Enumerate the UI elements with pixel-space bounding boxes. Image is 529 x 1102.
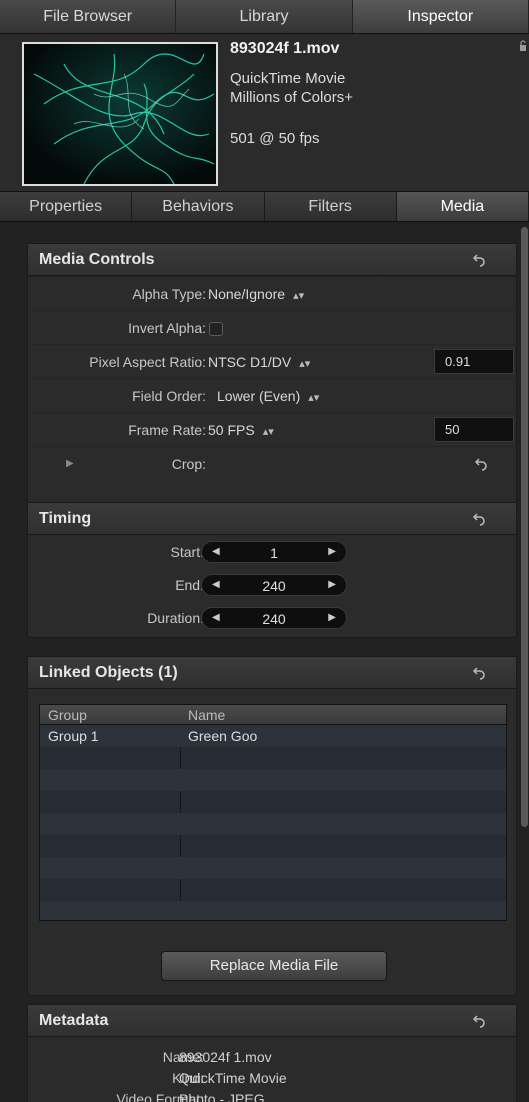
crop-row: ▶ Crop: (28, 446, 518, 480)
field-order-value: Lower (Even) (217, 388, 301, 404)
top-tab-bar: File Browser Library Inspector (0, 0, 529, 34)
frame-rate-popup[interactable]: 50 FPS ▴▾ (208, 422, 274, 438)
scrollbar[interactable] (521, 227, 528, 827)
file-frame-info: 501 @ 50 fps (230, 130, 320, 147)
panel-title: Media Controls (39, 251, 155, 268)
thumbnail-image (24, 44, 216, 184)
popup-arrows-icon: ▴▾ (308, 392, 320, 404)
tab-properties[interactable]: Properties (0, 192, 133, 221)
table-row-empty (40, 769, 506, 791)
panel-title: Metadata (39, 1012, 109, 1029)
crop-label: Crop: (171, 456, 206, 472)
increment-arrow-icon[interactable]: ▶ (328, 612, 336, 623)
tab-media[interactable]: Media (396, 192, 529, 221)
file-color-depth: Millions of Colors+ (230, 89, 353, 106)
panel-header: Timing (28, 503, 516, 535)
end-value-slider[interactable]: ◀ 240 ▶ (201, 574, 347, 596)
reset-arrow-icon[interactable] (472, 666, 486, 680)
field-order-popup[interactable]: Lower (Even) ▴▾ (217, 388, 319, 404)
file-kind: QuickTime Movie (230, 70, 346, 87)
table-row-empty (40, 901, 506, 920)
frame-rate-value: 50 FPS (208, 422, 255, 438)
panel-title: Linked Objects (1) (39, 664, 178, 681)
table-body: Group 1 Green Goo (40, 725, 506, 920)
increment-arrow-icon[interactable]: ▶ (328, 546, 336, 557)
column-header-group[interactable]: Group (48, 707, 87, 723)
table-row[interactable]: Group 1 Green Goo (40, 725, 506, 747)
table-row-empty (40, 791, 506, 813)
pixel-aspect-label: Pixel Aspect Ratio: (89, 354, 206, 370)
increment-arrow-icon[interactable]: ▶ (328, 579, 336, 590)
table-row-empty (40, 835, 506, 857)
pixel-aspect-field[interactable]: 0.91 (434, 349, 514, 374)
reset-arrow-icon[interactable] (474, 457, 488, 471)
inspector-tab-bar: Properties Behaviors Filters Media (0, 192, 529, 222)
media-thumbnail (22, 42, 218, 186)
metadata-panel: Metadata Name: 893024f 1.mov Kind: Quick… (27, 1004, 517, 1102)
reset-arrow-icon[interactable] (472, 253, 486, 267)
end-value: 240 (262, 578, 286, 594)
alpha-type-row: Alpha Type: None/Ignore ▴▾ (28, 276, 518, 310)
popup-arrows-icon: ▴▾ (262, 426, 274, 438)
table-header: Group Name (40, 705, 506, 725)
lock-icon[interactable] (519, 40, 527, 52)
tab-file-browser[interactable]: File Browser (0, 0, 177, 33)
cell-group: Group 1 (48, 728, 99, 744)
cell-name: Green Goo (188, 728, 258, 744)
tab-inspector[interactable]: Inspector (352, 0, 529, 33)
alpha-type-value: None/Ignore (208, 286, 286, 302)
media-controls-panel: Media Controls Alpha Type: None/Ignore ▴▾… (27, 243, 518, 505)
reset-arrow-icon[interactable] (472, 1014, 486, 1028)
duration-value-slider[interactable]: ◀ 240 ▶ (201, 607, 347, 629)
end-label: End: (175, 577, 204, 593)
tab-filters[interactable]: Filters (265, 192, 397, 221)
pixel-aspect-row: Pixel Aspect Ratio: NTSC D1/DV ▴▾ 0.91 (28, 344, 518, 378)
pixel-aspect-value: NTSC D1/DV (208, 354, 292, 370)
invert-alpha-row: Invert Alpha: (28, 310, 518, 344)
start-value-slider[interactable]: ◀ 1 ▶ (201, 541, 347, 563)
alpha-type-label: Alpha Type: (132, 286, 206, 302)
table-row-empty (40, 879, 506, 901)
panel-title: Timing (39, 510, 92, 527)
file-name: 893024f 1.mov (230, 40, 340, 57)
timing-panel: Timing Start: ◀ 1 ▶ End: ◀ 240 ▶ Duratio… (27, 502, 517, 638)
field-order-label: Field Order: (132, 388, 206, 404)
popup-arrows-icon: ▴▾ (299, 358, 311, 370)
field-order-row: Field Order: Lower (Even) ▴▾ (28, 378, 518, 412)
reset-arrow-icon[interactable] (472, 512, 486, 526)
table-row-empty (40, 813, 506, 835)
linked-objects-table: Group Name Group 1 Green Goo (39, 704, 507, 921)
metadata-video-format-value: Photo - JPEG (179, 1091, 265, 1102)
duration-value: 240 (262, 611, 286, 627)
start-label: Start: (170, 544, 204, 560)
metadata-name-value: 893024f 1.mov (179, 1049, 272, 1065)
frame-rate-label: Frame Rate: (128, 422, 206, 438)
panel-header: Metadata (28, 1005, 516, 1037)
pixel-aspect-popup[interactable]: NTSC D1/DV ▴▾ (208, 354, 310, 370)
panel-header: Media Controls (28, 244, 516, 276)
duration-label: Duration: (147, 610, 204, 626)
invert-alpha-label: Invert Alpha: (128, 320, 206, 336)
linked-objects-panel: Linked Objects (1) Group Name Group 1 Gr… (27, 656, 517, 996)
file-header: 893024f 1.mov QuickTime Movie Millions o… (0, 34, 529, 192)
alpha-type-popup[interactable]: None/Ignore ▴▾ (208, 286, 304, 302)
metadata-kind-value: QuickTime Movie (179, 1070, 287, 1086)
invert-alpha-checkbox[interactable] (209, 322, 223, 336)
inspector-content: Media Controls Alpha Type: None/Ignore ▴▾… (0, 223, 529, 1102)
start-value: 1 (270, 545, 278, 561)
panel-header: Linked Objects (1) (28, 657, 516, 689)
table-row-empty (40, 747, 506, 769)
column-header-name[interactable]: Name (188, 707, 225, 723)
tab-behaviors[interactable]: Behaviors (132, 192, 265, 221)
frame-rate-row: Frame Rate: 50 FPS ▴▾ 50 (28, 412, 518, 446)
tab-library[interactable]: Library (176, 0, 353, 33)
replace-media-file-button[interactable]: Replace Media File (161, 951, 387, 981)
disclosure-triangle-icon[interactable]: ▶ (66, 458, 74, 469)
popup-arrows-icon: ▴▾ (293, 290, 305, 302)
frame-rate-field[interactable]: 50 (434, 417, 514, 442)
table-row-empty (40, 857, 506, 879)
